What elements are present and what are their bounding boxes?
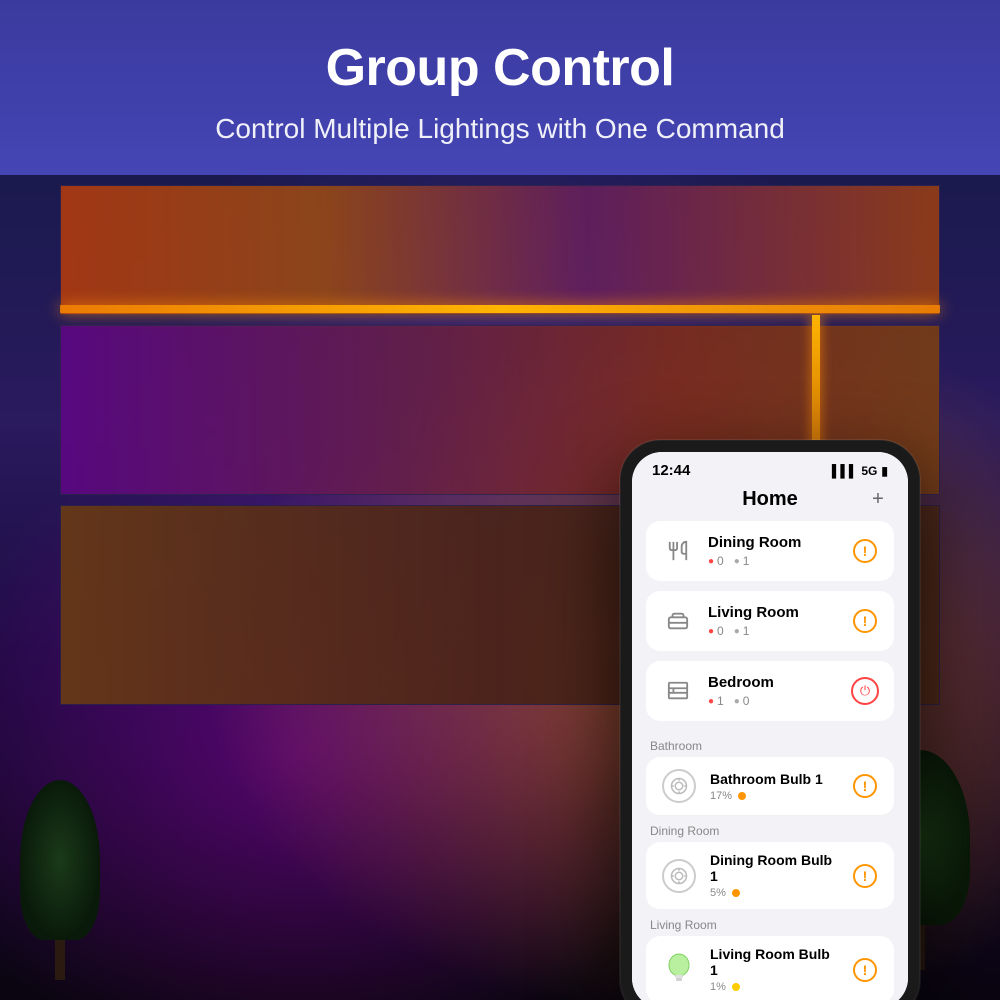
warning-icon-bathroom-bulb: ! bbox=[853, 774, 877, 798]
phone-container: 12:44 ▌▌▌ 5G ▮ Home + bbox=[620, 440, 920, 1000]
bathroom-bulb-dot bbox=[738, 792, 746, 800]
room-card-dining[interactable]: Dining Room ● 0 ● 1 bbox=[646, 521, 894, 581]
battery-icon: ▮ bbox=[881, 464, 888, 478]
living-room-icon bbox=[660, 603, 696, 639]
dot-red-living: ● bbox=[708, 626, 714, 637]
dining-bulb-circle bbox=[662, 859, 696, 893]
dining-bulb-dot bbox=[732, 889, 740, 897]
bedroom-offline: ● 1 bbox=[708, 694, 724, 708]
bathroom-bulb-circle bbox=[662, 769, 696, 803]
dot-gray-dining: ● bbox=[734, 556, 740, 567]
living-bulb-card[interactable]: Living Room Bulb 1 1% ! bbox=[646, 936, 894, 1000]
dot-gray-living: ● bbox=[734, 626, 740, 637]
living-room-name: Living Room bbox=[708, 604, 838, 621]
dining-bulb-name: Dining Room Bulb 1 bbox=[710, 852, 838, 884]
living-action[interactable]: ! bbox=[850, 606, 880, 636]
floor-top bbox=[60, 185, 940, 315]
bathroom-bulb-name: Bathroom Bulb 1 bbox=[710, 771, 838, 787]
bedroom-room-name: Bedroom bbox=[708, 674, 838, 691]
header-section: Group Control Control Multiple Lightings… bbox=[0, 0, 1000, 175]
bedroom-icon bbox=[660, 673, 696, 709]
room-card-bedroom[interactable]: Bedroom ● 1 ● 0 bbox=[646, 661, 894, 721]
dot-gray-bedroom: ● bbox=[734, 696, 740, 707]
room-card-living[interactable]: Living Room ● 0 ● 1 bbox=[646, 591, 894, 651]
bathroom-bulb-icon bbox=[660, 767, 698, 805]
bathroom-bulb-percent: 17% bbox=[710, 790, 732, 802]
living-bulb-action[interactable]: ! bbox=[850, 955, 880, 985]
dining-room-info: Dining Room ● 0 ● 1 bbox=[708, 534, 838, 568]
dining-bulb-stats: 5% bbox=[710, 887, 838, 899]
bathroom-section-label: Bathroom bbox=[632, 731, 908, 757]
warning-icon-living: ! bbox=[853, 609, 877, 633]
bedroom-online: ● 0 bbox=[734, 694, 750, 708]
warning-icon-dining: ! bbox=[853, 539, 877, 563]
dining-room-icon bbox=[660, 533, 696, 569]
page-title: Group Control bbox=[20, 40, 980, 97]
living-bulb-dot bbox=[732, 983, 740, 991]
bathroom-bulb-card[interactable]: Bathroom Bulb 1 17% ! bbox=[646, 757, 894, 816]
living-room-stats: ● 0 ● 1 bbox=[708, 624, 838, 638]
app-content: Dining Room ● 0 ● 1 bbox=[632, 521, 908, 1000]
signal-icon: ▌▌▌ bbox=[832, 464, 858, 478]
app-title: Home bbox=[674, 488, 866, 511]
dining-bulb-icon bbox=[660, 857, 698, 895]
dining-action[interactable]: ! bbox=[850, 536, 880, 566]
living-bulb-info: Living Room Bulb 1 1% bbox=[710, 946, 838, 993]
bathroom-bulb-info: Bathroom Bulb 1 17% bbox=[710, 771, 838, 802]
dining-room-name: Dining Room bbox=[708, 534, 838, 551]
bedroom-action[interactable]: ⏻ bbox=[850, 676, 880, 706]
living-offline: ● 0 bbox=[708, 624, 724, 638]
dining-room-stats: ● 0 ● 1 bbox=[708, 554, 838, 568]
power-icon-bedroom: ⏻ bbox=[851, 677, 879, 705]
dot-red-bedroom: ● bbox=[708, 696, 714, 707]
living-online: ● 1 bbox=[734, 624, 750, 638]
living-bulb-icon bbox=[660, 951, 698, 989]
bedroom-info: Bedroom ● 1 ● 0 bbox=[708, 674, 838, 708]
living-room-info: Living Room ● 0 ● 1 bbox=[708, 604, 838, 638]
dining-offline: ● 0 bbox=[708, 554, 724, 568]
living-bulb-stats: 1% bbox=[710, 981, 838, 993]
dot-red-dining: ● bbox=[708, 556, 714, 567]
app-header: Home + bbox=[632, 483, 908, 521]
dining-bulb-action[interactable]: ! bbox=[850, 861, 880, 891]
dining-bulb-percent: 5% bbox=[710, 887, 726, 899]
add-button[interactable]: + bbox=[866, 487, 890, 511]
status-time: 12:44 bbox=[652, 462, 690, 479]
dining-bulb-info: Dining Room Bulb 1 5% bbox=[710, 852, 838, 899]
living-bulb-name: Living Room Bulb 1 bbox=[710, 946, 838, 978]
house-section: 12:44 ▌▌▌ 5G ▮ Home + bbox=[0, 175, 1000, 1000]
warning-icon-living-bulb: ! bbox=[853, 958, 877, 982]
rooms-section: Dining Room ● 0 ● 1 bbox=[632, 521, 908, 721]
page-subtitle: Control Multiple Lightings with One Comm… bbox=[20, 113, 980, 145]
status-icons: ▌▌▌ 5G ▮ bbox=[832, 464, 888, 478]
orange-strip-top bbox=[60, 305, 940, 313]
dining-room-section-label: Dining Room bbox=[632, 816, 908, 842]
living-room-section-label: Living Room bbox=[632, 910, 908, 936]
status-bar: 12:44 ▌▌▌ 5G ▮ bbox=[632, 452, 908, 483]
phone-frame: 12:44 ▌▌▌ 5G ▮ Home + bbox=[620, 440, 920, 1000]
tree-left bbox=[20, 780, 100, 980]
network-label: 5G bbox=[861, 464, 877, 478]
warning-icon-dining-bulb: ! bbox=[853, 864, 877, 888]
dining-online: ● 1 bbox=[734, 554, 750, 568]
dining-bulb-card[interactable]: Dining Room Bulb 1 5% ! bbox=[646, 842, 894, 910]
bathroom-bulb-action[interactable]: ! bbox=[850, 771, 880, 801]
page-wrapper: Group Control Control Multiple Lightings… bbox=[0, 0, 1000, 1000]
bedroom-stats: ● 1 ● 0 bbox=[708, 694, 838, 708]
living-bulb-percent: 1% bbox=[710, 981, 726, 993]
living-bulb-shape-container bbox=[665, 951, 693, 989]
phone-screen: 12:44 ▌▌▌ 5G ▮ Home + bbox=[632, 452, 908, 1000]
bathroom-bulb-stats: 17% bbox=[710, 790, 838, 802]
